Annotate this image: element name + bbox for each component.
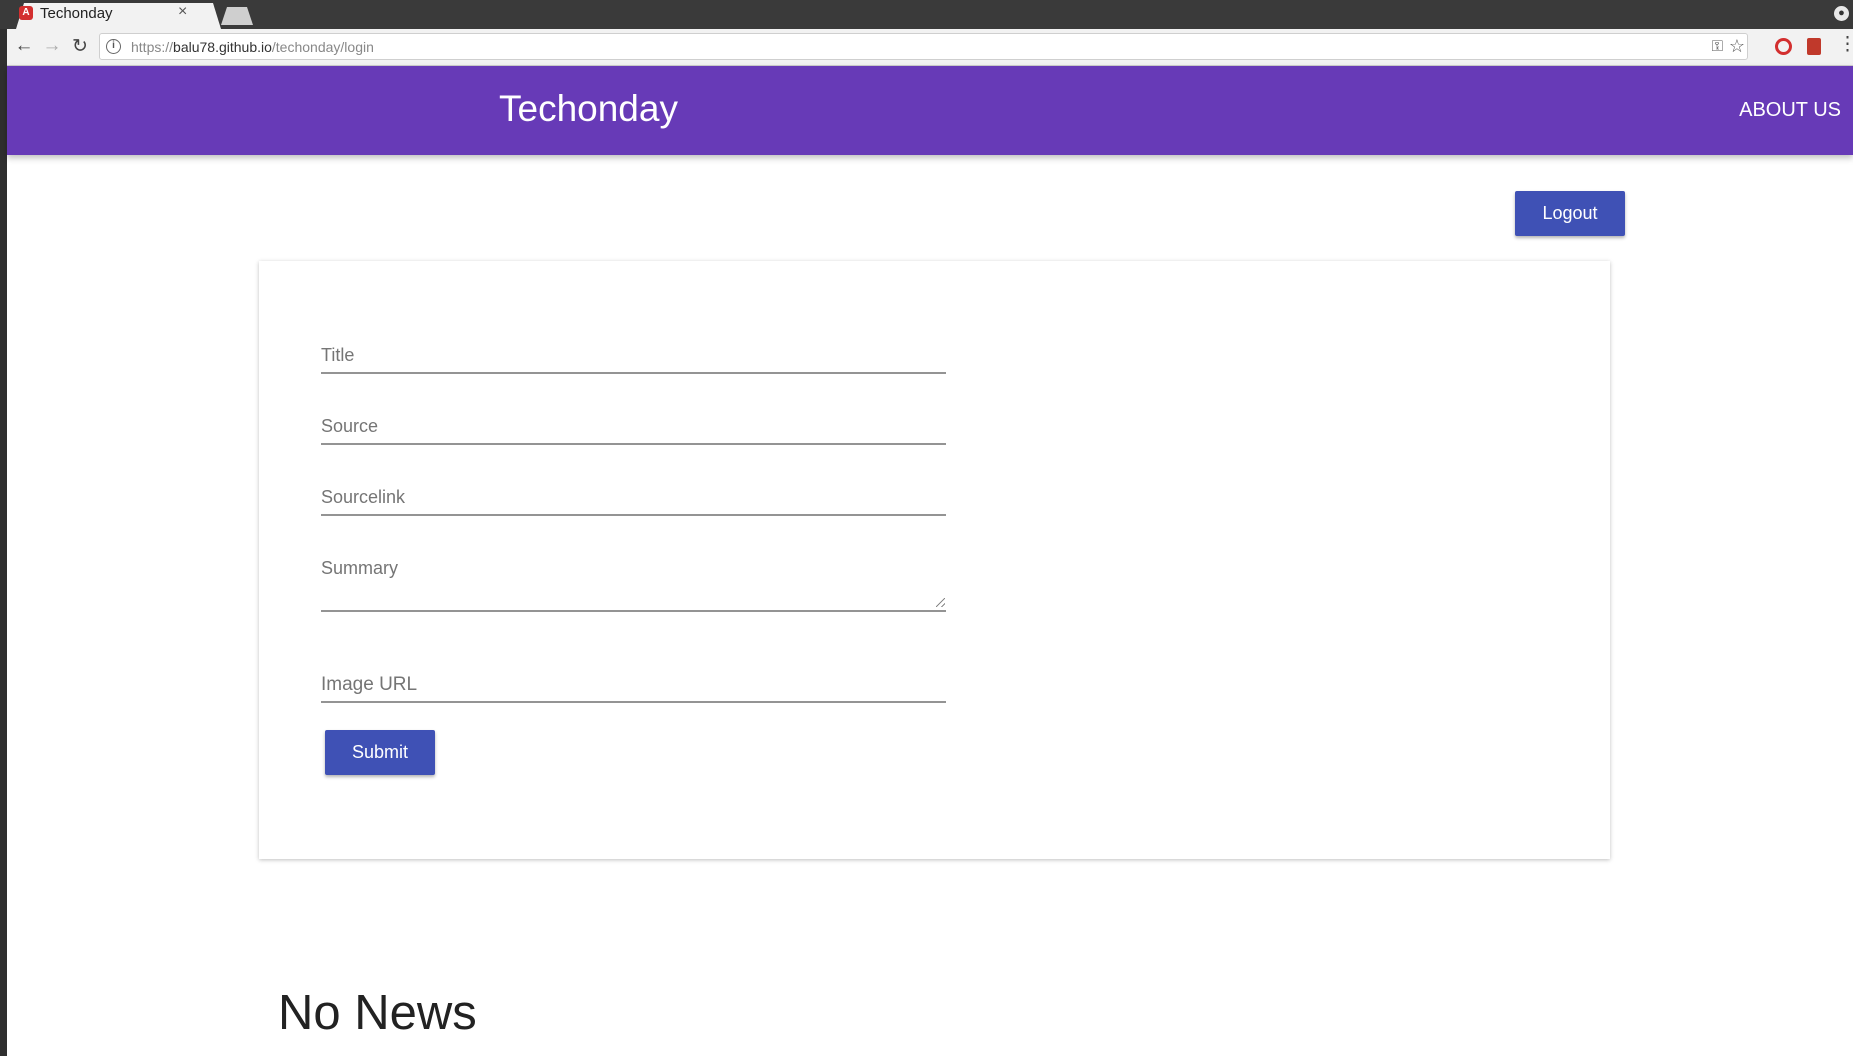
logout-button[interactable]: Logout [1515,191,1625,236]
desktop-edge [0,0,7,1056]
reload-icon[interactable]: ↻ [69,35,91,58]
title-field[interactable]: Title [321,331,946,374]
source-field[interactable]: Source [321,402,946,445]
resize-grip-icon[interactable] [936,598,945,607]
url-scheme: https:// [131,39,174,55]
image-url-field[interactable]: Image URL [321,638,946,703]
summary-placeholder: Summary [321,558,399,578]
address-bar[interactable]: i https://balu78.github.io/techonday/log… [99,33,1748,60]
no-news-message: No News [278,986,477,1040]
profile-icon[interactable]: ● [1834,6,1849,21]
sourcelink-placeholder: Sourcelink [321,487,406,507]
url-host: balu78.github.io [173,39,272,55]
tab-close-icon[interactable]: × [178,3,187,21]
key-icon[interactable]: ⚿ [1712,38,1723,55]
bookmark-star-icon[interactable]: ☆ [1729,36,1745,57]
site-info-icon[interactable]: i [106,39,121,54]
submit-button[interactable]: Submit [325,730,435,775]
browser-menu-icon[interactable]: ⋮ [1838,33,1853,56]
opera-extension-icon[interactable] [1775,38,1792,55]
summary-textarea[interactable]: Summary [321,544,946,612]
back-arrow-icon[interactable]: ← [13,35,35,57]
app-header: Techonday ABOUT US [7,66,1853,155]
image-url-placeholder: Image URL [321,674,418,695]
browser-toolbar: ← → ↻ i https://balu78.github.io/techond… [7,29,1853,66]
url-text: https://balu78.github.io/techonday/login [131,39,374,55]
source-placeholder: Source [321,416,379,436]
app-title[interactable]: Techonday [499,88,678,130]
sourcelink-field[interactable]: Sourcelink [321,473,946,516]
browser-tab-bar: A Techonday × ● [0,0,1853,29]
title-placeholder: Title [321,345,355,365]
new-tab-button[interactable] [221,7,253,25]
forward-arrow-icon[interactable]: → [41,35,63,57]
news-form-card: Title Source Sourcelink Summary Image UR… [259,261,1610,859]
tab-title: Techonday [40,5,113,22]
angular-favicon-icon: A [19,6,33,20]
book-extension-icon[interactable] [1807,38,1821,55]
about-us-link[interactable]: ABOUT US [1739,99,1841,122]
url-path: /techonday/login [271,39,374,55]
